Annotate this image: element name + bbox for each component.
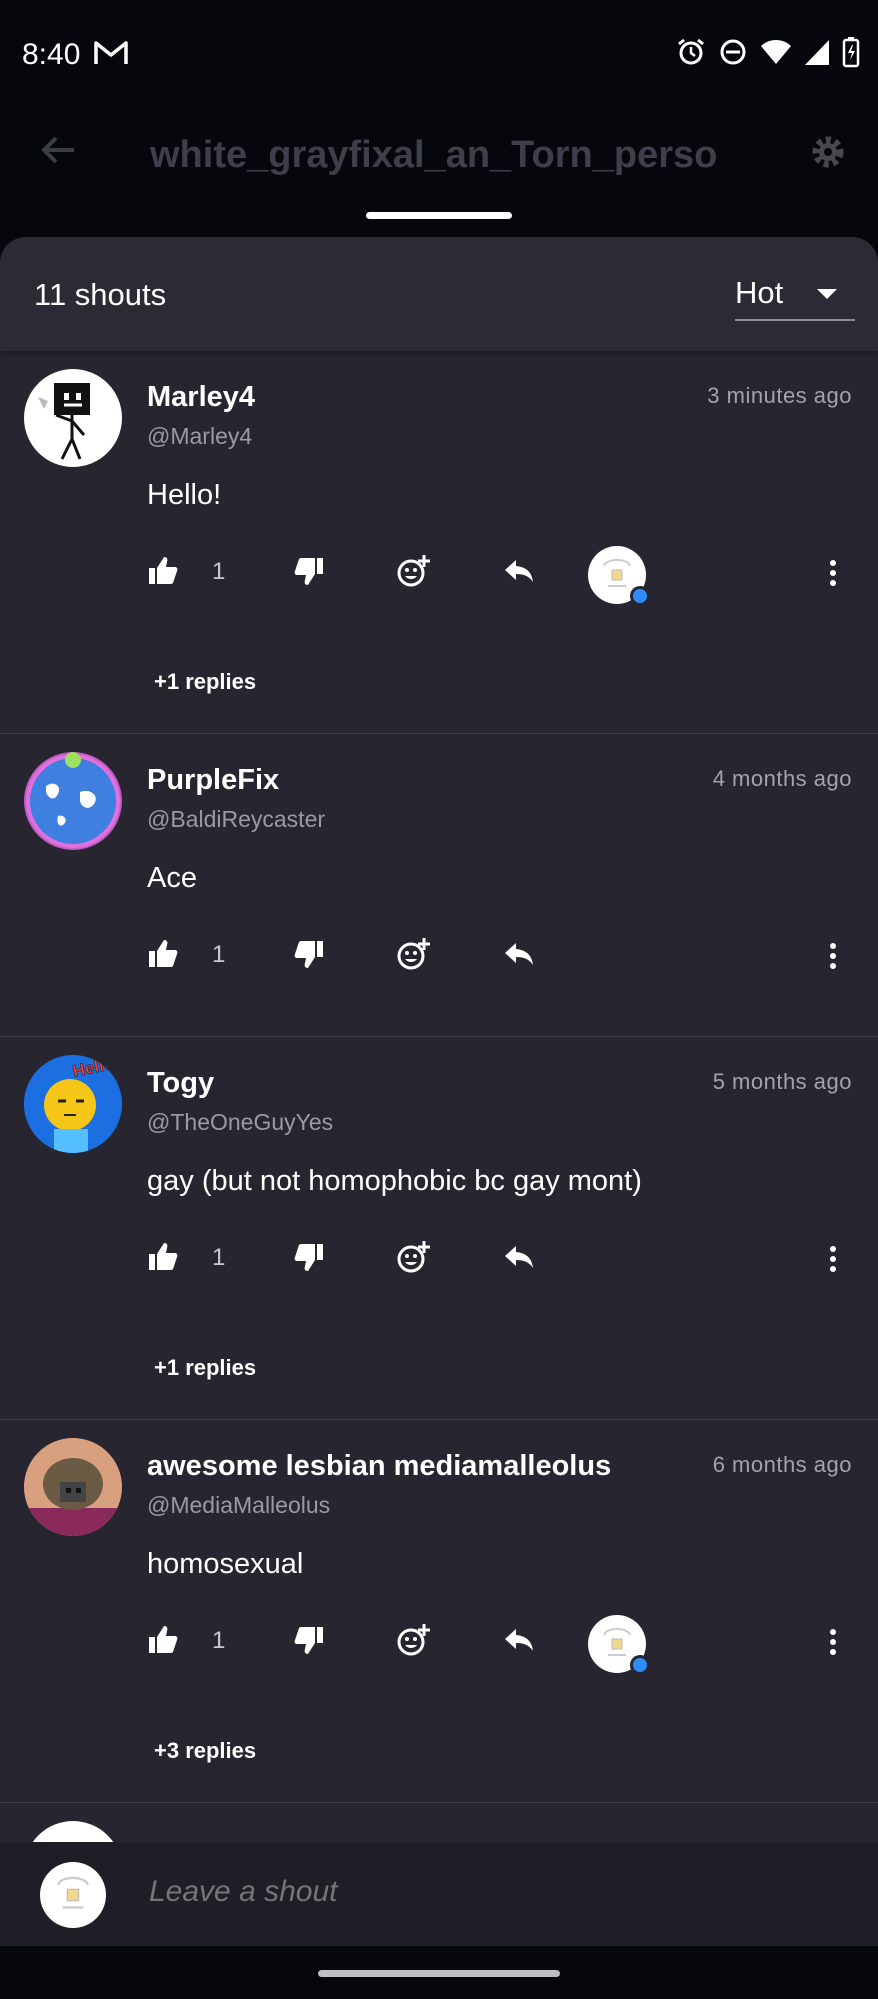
back-arrow-icon[interactable]	[38, 130, 78, 170]
shout-text: gay (but not homophobic bc gay mont)	[147, 1165, 642, 1197]
thumbs-down-icon[interactable]	[292, 554, 326, 588]
author-handle: @MediaMalleolus	[147, 1492, 331, 1518]
like-count: 1	[212, 558, 226, 585]
shout-text: Ace	[147, 862, 197, 894]
timestamp: 6 months ago	[712, 1452, 852, 1477]
page-title: white_grayfixal_an_Torn_perso	[150, 134, 718, 176]
shout-list: Marley4 @Marley4 3 minutes ago Hello! 1 …	[0, 351, 878, 1923]
avatar[interactable]: Hello Bro	[24, 1055, 122, 1153]
thumbs-up-icon[interactable]	[146, 554, 180, 588]
gmail-icon	[94, 41, 128, 64]
sort-dropdown[interactable]: Hot	[735, 273, 855, 321]
my-avatar	[40, 1862, 106, 1928]
reply-icon[interactable]	[502, 554, 536, 588]
thumbs-up-icon[interactable]	[146, 1623, 180, 1657]
battery-icon	[842, 37, 860, 68]
timestamp: 3 minutes ago	[707, 383, 852, 408]
more-options-icon[interactable]	[828, 941, 838, 971]
navigation-bar	[0, 1946, 878, 1999]
more-options-icon[interactable]	[828, 558, 838, 588]
more-options-icon[interactable]	[828, 1244, 838, 1274]
gear-icon[interactable]	[808, 132, 848, 172]
author-handle: @BaldiReycaster	[147, 806, 326, 832]
shout-count: 11 shouts	[34, 277, 167, 312]
timestamp: 4 months ago	[712, 766, 852, 791]
add-reaction-icon[interactable]	[396, 554, 430, 588]
clock: 8:40	[22, 38, 81, 71]
add-reaction-icon[interactable]	[396, 937, 430, 971]
sort-selected: Hot	[735, 275, 784, 310]
sheet-header: 11 shouts Hot	[0, 237, 878, 351]
shout-text: homosexual	[147, 1548, 304, 1580]
reply-avatar[interactable]	[588, 546, 650, 606]
wifi-icon	[761, 40, 791, 64]
more-options-icon[interactable]	[828, 1627, 838, 1657]
shout-item: PurpleFix @BaldiReycaster 4 months ago A…	[0, 734, 878, 1037]
author-handle: @Marley4	[147, 423, 253, 449]
signal-icon	[805, 40, 829, 65]
avatar[interactable]	[24, 369, 122, 467]
shouts-sheet: 11 shouts Hot Marley4 @Marley4 3 minutes…	[0, 237, 878, 1942]
shout-actions: 1	[0, 1615, 878, 1675]
thumbs-down-icon[interactable]	[292, 1240, 326, 1274]
author-name[interactable]: PurpleFix	[147, 764, 279, 797]
sheet-drag-handle[interactable]	[366, 212, 512, 219]
replies-link[interactable]: +3 replies	[154, 1738, 256, 1764]
alarm-icon	[678, 38, 704, 65]
reply-icon[interactable]	[502, 937, 536, 971]
dnd-icon	[720, 39, 746, 65]
add-reaction-icon[interactable]	[396, 1623, 430, 1657]
author-name[interactable]: awesome lesbian mediamalleolus	[147, 1450, 611, 1483]
thumbs-up-icon[interactable]	[146, 937, 180, 971]
reply-icon[interactable]	[502, 1240, 536, 1274]
like-count: 1	[212, 1627, 226, 1654]
author-name[interactable]: Marley4	[147, 381, 255, 414]
shout-text: Hello!	[147, 479, 222, 511]
reply-avatar[interactable]	[588, 1615, 650, 1675]
shout-input[interactable]	[147, 1874, 751, 1910]
reply-icon[interactable]	[502, 1623, 536, 1657]
avatar[interactable]	[24, 1438, 122, 1536]
online-indicator	[630, 1655, 650, 1675]
timestamp: 5 months ago	[712, 1069, 852, 1094]
shout-item: Hello Bro Togy @TheOneGuyYes 5 months ag…	[0, 1037, 878, 1420]
home-gesture-pill[interactable]	[318, 1970, 560, 1977]
author-handle: @TheOneGuyYes	[147, 1109, 334, 1135]
thumbs-up-icon[interactable]	[146, 1240, 180, 1274]
shout-actions: 1	[0, 929, 878, 989]
shout-actions: 1	[0, 1232, 878, 1292]
status-bar: 8:40	[0, 0, 878, 110]
shout-item: awesome lesbian mediamalleolus @MediaMal…	[0, 1420, 878, 1803]
avatar[interactable]	[24, 752, 122, 850]
thumbs-down-icon[interactable]	[292, 937, 326, 971]
system-icons	[676, 36, 860, 68]
online-indicator	[630, 586, 650, 606]
like-count: 1	[212, 941, 226, 968]
app-bar: white_grayfixal_an_Torn_perso	[0, 110, 878, 240]
shout-actions: 1	[0, 546, 878, 606]
shout-item: Marley4 @Marley4 3 minutes ago Hello! 1 …	[0, 351, 878, 734]
author-name[interactable]: Togy	[147, 1067, 214, 1100]
shout-composer	[0, 1842, 878, 1946]
add-reaction-icon[interactable]	[396, 1240, 430, 1274]
replies-link[interactable]: +1 replies	[154, 1355, 256, 1381]
thumbs-down-icon[interactable]	[292, 1623, 326, 1657]
like-count: 1	[212, 1244, 226, 1271]
replies-link[interactable]: +1 replies	[154, 669, 256, 695]
caret-down-icon	[817, 289, 837, 299]
